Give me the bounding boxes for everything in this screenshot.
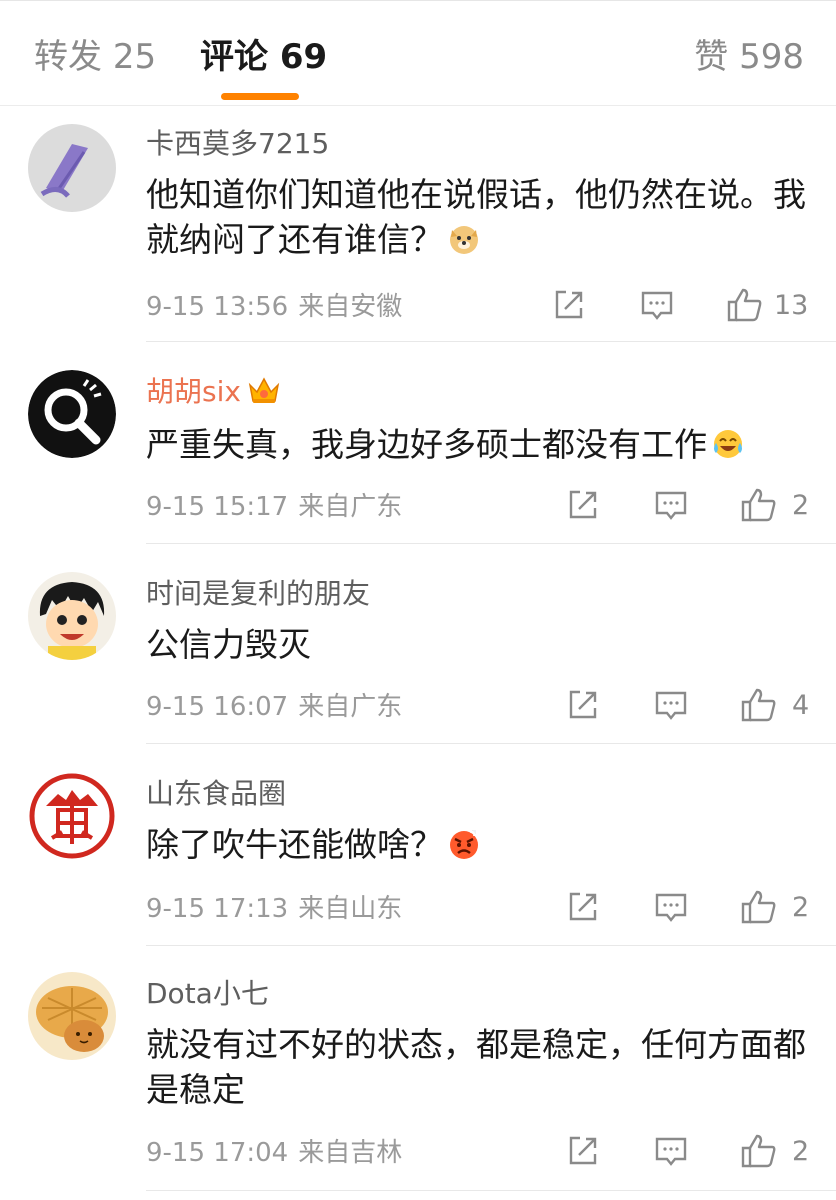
like-count: 2 — [792, 891, 810, 923]
share-icon — [555, 290, 583, 319]
thumbs-up-icon — [741, 688, 776, 722]
share-icon — [569, 1136, 597, 1165]
comment-text: 就没有过不好的状态，都是稳定，任何方面都是稳定 — [146, 1022, 816, 1112]
comment-text-content: 除了吹牛还能做啥？ — [146, 825, 443, 864]
avatar[interactable] — [28, 572, 116, 660]
angry-emoji — [450, 828, 478, 859]
tab-likes-label: 赞 — [694, 37, 729, 77]
avatar[interactable] — [28, 370, 116, 458]
comment-location: 来自广东 — [298, 492, 403, 522]
comment-item: 胡胡six 严重失真，我身边好多硕士都没有工作 9-15 15:17 来自广东 2 — [0, 342, 836, 544]
comment-location: 来自山东 — [298, 894, 403, 924]
divider — [146, 1190, 836, 1191]
comment-location: 来自吉林 — [298, 1138, 403, 1168]
comment-time: 9-15 17:13 — [146, 894, 289, 924]
comment-time: 9-15 13:56 — [146, 292, 289, 322]
comment-button[interactable] — [654, 488, 688, 522]
share-button[interactable] — [566, 488, 600, 522]
share-button[interactable] — [566, 890, 600, 924]
like-button[interactable]: 2 — [740, 486, 809, 524]
comment-username[interactable]: 时间是复利的朋友 — [146, 576, 370, 612]
crown-badge-icon — [248, 377, 280, 403]
comment-icon — [655, 691, 687, 720]
tab-comments-label: 评论 — [200, 37, 268, 77]
comment-text: 除了吹牛还能做啥？ — [146, 822, 816, 867]
share-icon — [569, 490, 597, 519]
like-count: 2 — [792, 1135, 810, 1167]
active-tab-indicator — [221, 93, 299, 100]
comment-icon — [655, 893, 687, 922]
comment-meta: 9-15 17:04 来自吉林 — [146, 1136, 402, 1170]
comment-icon — [641, 291, 673, 320]
comment-item: 卡西莫多7215 他知道你们知道他在说假话，他仍然在说。我就纳闷了还有谁信？ 9… — [0, 106, 836, 342]
comment-time: 9-15 15:17 — [146, 492, 289, 522]
comment-text-content: 就没有过不好的状态，都是稳定，任何方面都是稳定 — [146, 1025, 806, 1109]
comment-button[interactable] — [654, 1134, 688, 1168]
tab-comments[interactable]: 评论 69 — [200, 35, 327, 79]
comment-button[interactable] — [654, 688, 688, 722]
comment-icon — [655, 491, 687, 520]
comment-meta: 9-15 17:13 来自山东 — [146, 892, 402, 926]
comment-text: 他知道你们知道他在说假话，他仍然在说。我就纳闷了还有谁信？ — [146, 172, 816, 262]
like-button[interactable]: 13 — [726, 286, 808, 324]
share-button[interactable] — [552, 288, 586, 322]
laugh-cry-emoji — [714, 430, 742, 458]
tab-comments-count: 69 — [279, 37, 328, 77]
comment-meta: 9-15 13:56 来自安徽 — [146, 290, 402, 324]
comment-icon — [655, 1137, 687, 1166]
comment-text-content: 严重失真，我身边好多硕士都没有工作 — [146, 425, 707, 464]
comment-item: Dota小七 就没有过不好的状态，都是稳定，任何方面都是稳定 9-15 17:0… — [0, 946, 836, 1200]
avatar[interactable] — [28, 972, 116, 1060]
thumbs-up-icon — [741, 1134, 776, 1168]
comment-username[interactable]: 胡胡six — [146, 374, 281, 410]
like-button[interactable]: 4 — [740, 686, 809, 724]
comment-tab-bar: 转发 25 评论 69 赞 598 — [0, 0, 836, 106]
avatar[interactable] — [28, 124, 116, 212]
like-count: 4 — [792, 689, 810, 721]
share-button[interactable] — [566, 1134, 600, 1168]
comment-location: 来自安徽 — [298, 292, 403, 322]
comment-meta: 9-15 15:17 来自广东 — [146, 490, 402, 524]
comment-button[interactable] — [640, 288, 674, 322]
like-button[interactable]: 2 — [740, 1132, 809, 1170]
comment-meta: 9-15 16:07 来自广东 — [146, 690, 402, 724]
share-button[interactable] — [566, 688, 600, 722]
like-button[interactable]: 2 — [740, 888, 809, 926]
thumbs-up-icon — [727, 288, 762, 322]
thumbs-up-icon — [741, 488, 776, 522]
tab-repost-count: 25 — [112, 37, 157, 77]
doge-emoji — [450, 226, 478, 254]
comment-text-content: 公信力毁灭 — [146, 625, 311, 664]
tab-likes[interactable]: 赞 598 — [694, 35, 804, 79]
comment-location: 来自广东 — [298, 692, 403, 722]
share-icon — [569, 892, 597, 921]
comment-time: 9-15 16:07 — [146, 692, 289, 722]
comment-button[interactable] — [654, 890, 688, 924]
comment-username[interactable]: Dota小七 — [146, 976, 269, 1012]
tab-repost[interactable]: 转发 25 — [34, 35, 156, 79]
like-count: 13 — [774, 289, 809, 321]
username-text: 胡胡six — [146, 375, 241, 408]
thumbs-up-icon — [741, 890, 776, 924]
comment-text: 严重失真，我身边好多硕士都没有工作 — [146, 422, 816, 467]
comment-time: 9-15 17:04 — [146, 1138, 289, 1168]
tab-likes-count: 598 — [739, 37, 804, 77]
comment-item: 山东食品圈 除了吹牛还能做啥？ 9-15 17:13 来自山东 2 — [0, 744, 836, 946]
comment-item: 时间是复利的朋友 公信力毁灭 9-15 16:07 来自广东 4 — [0, 544, 836, 744]
comment-username[interactable]: 卡西莫多7215 — [146, 126, 329, 162]
tab-repost-label: 转发 — [34, 37, 102, 77]
comment-username[interactable]: 山东食品圈 — [146, 776, 286, 812]
share-icon — [569, 690, 597, 719]
like-count: 2 — [792, 489, 810, 521]
comment-text: 公信力毁灭 — [146, 622, 816, 667]
avatar[interactable] — [28, 772, 116, 860]
